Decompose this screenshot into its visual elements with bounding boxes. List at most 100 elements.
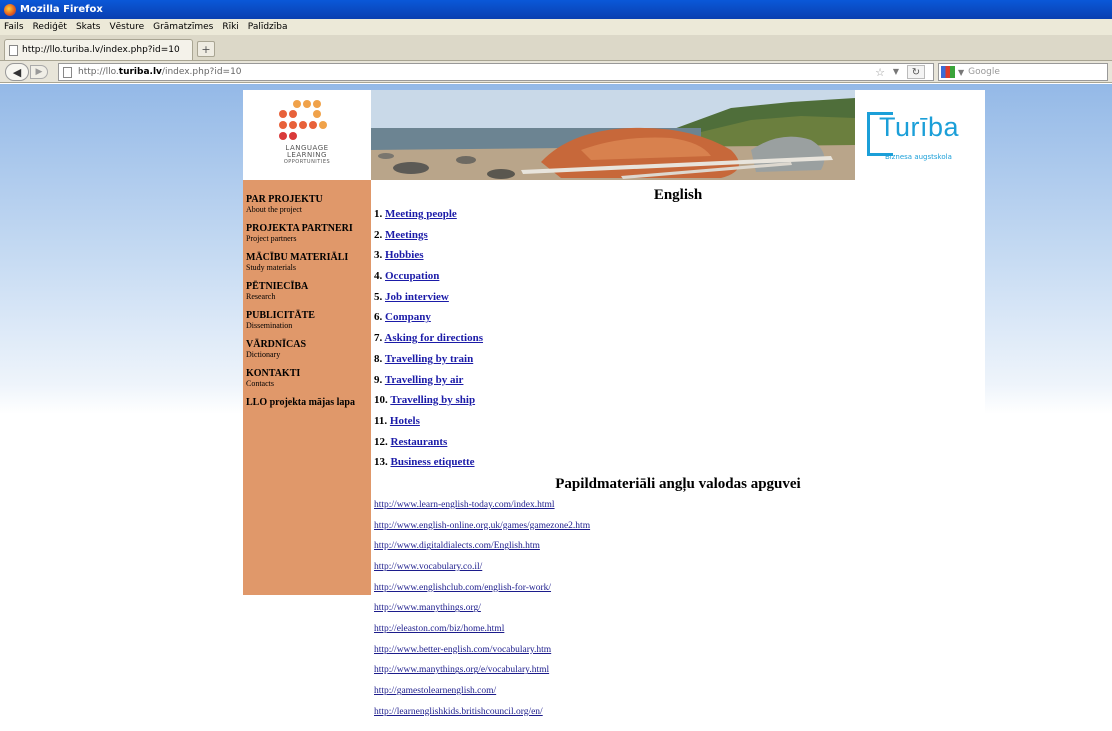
list-item: 1. Meeting people: [374, 207, 985, 228]
list-item: http://www.better-english.com/vocabulary…: [374, 643, 985, 664]
back-button[interactable]: ◀: [5, 63, 29, 81]
sidebar-item-study-materials[interactable]: MĀCĪBU MATERIĀLI Study materials: [246, 252, 371, 272]
lesson-number: 13.: [374, 456, 388, 469]
site-identity-icon[interactable]: [63, 66, 72, 78]
lesson-link[interactable]: Asking for directions: [384, 332, 483, 344]
sidebar-item-home-link[interactable]: LLO projekta mājas lapa: [246, 397, 371, 409]
forward-arrow-icon: ▶: [35, 67, 43, 77]
sidebar-item-sublabel: Dissemination: [246, 321, 293, 330]
lesson-link[interactable]: Company: [385, 311, 431, 323]
tab-title: http://llo.turiba.lv/index.php?id=10: [22, 45, 180, 55]
sidebar-item-research[interactable]: PĒTNIECĪBA Research: [246, 281, 371, 301]
lesson-link[interactable]: Business etiquette: [391, 456, 475, 468]
list-item: 4. Occupation: [374, 269, 985, 290]
lesson-link[interactable]: Restaurants: [391, 436, 448, 448]
url-suffix: /index.php?id=10: [161, 67, 242, 77]
lesson-link[interactable]: Meeting people: [385, 208, 457, 220]
list-item: 10. Travelling by ship: [374, 393, 985, 414]
list-item: http://www.englishclub.com/english-for-w…: [374, 581, 985, 602]
list-item: http://www.manythings.org/: [374, 601, 985, 622]
sidebar-item-sublabel: Contacts: [246, 379, 274, 388]
resource-link[interactable]: http://www.english-online.org.uk/games/g…: [374, 521, 590, 531]
menu-tools[interactable]: Rīki: [222, 22, 238, 32]
menu-bar: Fails Rediģēt Skats Vēsture Grāmatzīmes …: [0, 19, 1112, 35]
sidebar-item-label: PAR PROJEKTU: [246, 194, 323, 205]
list-item: http://learnenglishkids.britishcouncil.o…: [374, 705, 985, 726]
lesson-link[interactable]: Travelling by train: [385, 353, 473, 365]
firefox-icon: [4, 3, 16, 16]
sidebar-item-dissemination[interactable]: PUBLICITĀTE Dissemination: [246, 310, 371, 330]
menu-edit[interactable]: Rediģēt: [33, 22, 67, 32]
search-bar[interactable]: ▼ Google: [938, 63, 1108, 81]
sidebar-item-contacts[interactable]: KONTAKTI Contacts: [246, 368, 371, 388]
tab-bar: http://llo.turiba.lv/index.php?id=10 +: [0, 35, 1112, 61]
search-placeholder: Google: [968, 67, 1000, 77]
lesson-link[interactable]: Travelling by ship: [390, 394, 475, 406]
lesson-number: 3.: [374, 249, 383, 262]
resource-link[interactable]: http://learnenglishkids.britishcouncil.o…: [374, 707, 543, 717]
lesson-link[interactable]: Job interview: [385, 291, 449, 303]
lesson-link[interactable]: Occupation: [385, 270, 439, 282]
lesson-link[interactable]: Travelling by air: [385, 374, 464, 386]
sidebar-item-sublabel: Project partners: [246, 234, 297, 243]
turiba-logo[interactable]: Turība Biznesa augstskola: [855, 90, 985, 180]
resource-link[interactable]: http://www.manythings.org/e/vocabulary.h…: [374, 665, 549, 675]
sidebar-item-label: VĀRDNĪCAS: [246, 339, 307, 350]
resource-link[interactable]: http://www.better-english.com/vocabulary…: [374, 645, 551, 655]
logo-line-3: OPPORTUNITIES: [283, 159, 331, 165]
menu-bookmarks[interactable]: Grāmatzīmes: [153, 22, 213, 32]
list-item: 6. Company: [374, 310, 985, 331]
resource-link[interactable]: http://www.digitaldialects.com/English.h…: [374, 541, 540, 551]
logo-line-2: LEARNING: [287, 151, 327, 159]
resource-link[interactable]: http://www.learn-english-today.com/index…: [374, 500, 555, 510]
lesson-number: 11.: [374, 414, 388, 427]
header-banner-image: [371, 90, 855, 180]
main-content: English 1. Meeting people 2. Meetings 3.…: [371, 180, 985, 726]
sidebar-item-about[interactable]: PAR PROJEKTU About the project: [246, 194, 371, 214]
resource-link-list: http://www.learn-english-today.com/index…: [371, 498, 985, 726]
search-engine-icon[interactable]: [941, 66, 955, 78]
menu-view[interactable]: Skats: [76, 22, 101, 32]
list-item: 3. Hobbies: [374, 248, 985, 269]
resource-link[interactable]: http://www.manythings.org/: [374, 603, 481, 613]
lesson-number: 12.: [374, 435, 388, 448]
lesson-link[interactable]: Meetings: [385, 229, 428, 241]
resource-link[interactable]: http://eleaston.com/biz/home.html: [374, 624, 504, 634]
forward-button[interactable]: ▶: [30, 65, 48, 79]
list-item: 9. Travelling by air: [374, 373, 985, 394]
lesson-link[interactable]: Hobbies: [385, 249, 424, 261]
lesson-link[interactable]: Hotels: [390, 415, 420, 427]
navigation-bar: ◀ ▶ http://llo. turiba.lv/index.php?id=10…: [0, 61, 1112, 83]
list-item: http://www.digitaldialects.com/English.h…: [374, 539, 985, 560]
sidebar-item-label: KONTAKTI: [246, 368, 301, 379]
sidebar-item-label: PUBLICITĀTE: [246, 310, 315, 321]
new-tab-button[interactable]: +: [197, 41, 215, 57]
sidebar-item-sublabel: Dictionary: [246, 350, 281, 359]
resource-link[interactable]: http://gamestolearnenglish.com/: [374, 686, 496, 696]
url-bar[interactable]: http://llo. turiba.lv/index.php?id=10 ☆ ▼…: [58, 63, 934, 81]
list-item: http://www.vocabulary.co.il/: [374, 560, 985, 581]
sidebar-item-sublabel: About the project: [246, 205, 302, 214]
resource-link[interactable]: http://www.englishclub.com/english-for-w…: [374, 583, 551, 593]
resource-link[interactable]: http://www.vocabulary.co.il/: [374, 562, 482, 572]
sidebar-item-dictionary[interactable]: VĀRDNĪCAS Dictionary: [246, 339, 371, 359]
reload-icon: ↻: [911, 66, 921, 78]
engine-dropdown-icon[interactable]: ▼: [958, 68, 964, 77]
llo-logo[interactable]: LANGUAGE LEARNING OPPORTUNITIES: [243, 90, 371, 180]
menu-file[interactable]: Fails: [4, 22, 24, 32]
sidebar-item-partners[interactable]: PROJEKTA PARTNERI Project partners: [246, 223, 371, 243]
turiba-logo-subtitle: Biznesa augstskola: [885, 153, 952, 161]
reload-button[interactable]: ↻: [907, 65, 925, 79]
turiba-logo-name: Turība: [879, 112, 960, 142]
lesson-number: 2.: [374, 228, 383, 241]
list-item: http://gamestolearnenglish.com/: [374, 684, 985, 705]
menu-help[interactable]: Palīdzība: [248, 22, 288, 32]
back-arrow-icon: ◀: [12, 65, 22, 79]
window-title: Mozilla Firefox: [20, 4, 103, 15]
tab-current[interactable]: http://llo.turiba.lv/index.php?id=10: [4, 39, 193, 60]
list-item: http://www.english-online.org.uk/games/g…: [374, 519, 985, 540]
sidebar-item-label: MĀCĪBU MATERIĀLI: [246, 252, 349, 263]
menu-history[interactable]: Vēsture: [109, 22, 144, 32]
bookmark-star-icon[interactable]: ☆: [875, 66, 885, 79]
url-history-dropdown-icon[interactable]: ▼: [893, 67, 899, 76]
